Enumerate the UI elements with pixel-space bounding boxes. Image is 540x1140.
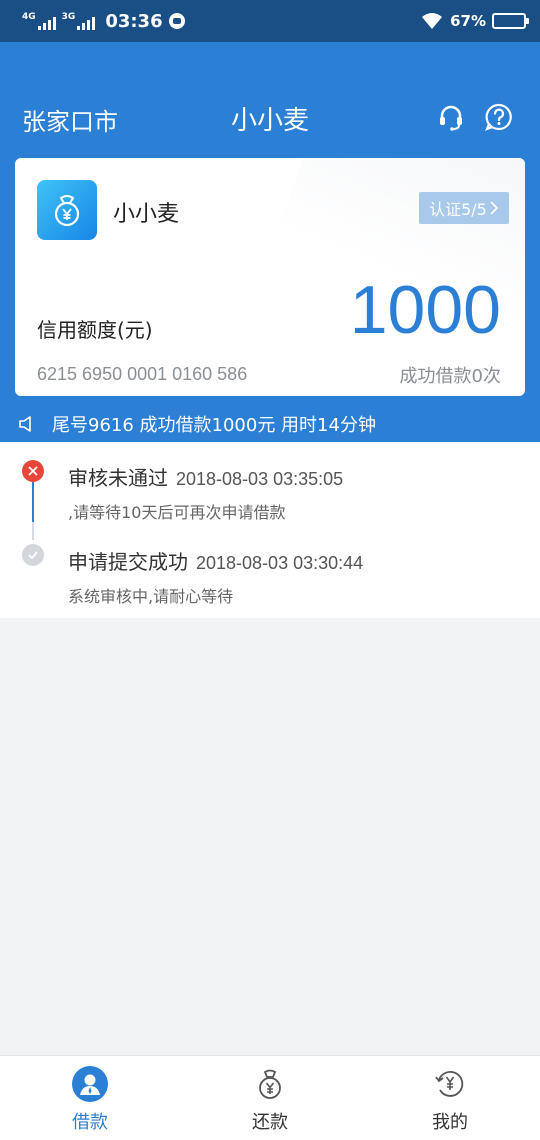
refund-icon xyxy=(435,1071,464,1097)
rejected-status-icon xyxy=(22,460,44,482)
timeline-time: 2018-08-03 03:30:44 xyxy=(196,553,364,573)
app-bar-actions xyxy=(436,102,514,132)
signal-bars-icon xyxy=(77,16,96,30)
status-bar-right: 67% xyxy=(420,12,529,30)
money-bag-icon xyxy=(259,1069,281,1099)
tab-mine[interactable]: 我的 xyxy=(360,1056,540,1140)
timeline-title: 申请提交成功 2018-08-03 03:30:44 xyxy=(68,546,363,575)
done-status-icon xyxy=(22,544,44,566)
city-selector[interactable]: 张家口市 xyxy=(22,102,118,137)
timeline-connector xyxy=(32,522,34,540)
status-bar-left: 4G 3G 03:36 xyxy=(22,11,185,32)
tab-repay[interactable]: 还款 xyxy=(180,1056,360,1140)
help-icon[interactable] xyxy=(484,102,514,132)
bottom-navigation: 借款 还款 我的 xyxy=(0,1055,540,1140)
tab-borrow[interactable]: 借款 xyxy=(0,1056,180,1140)
tab-mine-label: 我的 xyxy=(432,1112,468,1133)
check-icon xyxy=(28,551,38,560)
credit-limit-value: 1000 xyxy=(349,272,501,348)
network-3g-label: 3G xyxy=(61,12,76,22)
product-name: 小小麦 xyxy=(113,202,180,227)
timeline-time: 2018-08-03 03:35:05 xyxy=(176,469,344,489)
app-bar: 张家口市 小小麦 xyxy=(0,92,540,144)
bank-card-number: 6215 6950 0001 0160 586 xyxy=(37,364,248,384)
notice-bar: 尾号9616 成功借款1000元 用时14分钟 xyxy=(0,405,540,442)
timeline-connector-active xyxy=(32,482,34,522)
battery-icon xyxy=(492,13,529,29)
loan-count: 成功借款0次 xyxy=(399,366,501,387)
money-bag-icon xyxy=(54,195,80,227)
network-3g-indicator: 3G xyxy=(62,12,96,30)
message-notification-icon xyxy=(168,13,185,29)
speaker-icon xyxy=(19,415,31,432)
tab-repay-label: 还款 xyxy=(252,1112,288,1133)
wifi-icon xyxy=(422,13,443,29)
timeline-desc: ,请等待10天后可再次申请借款 xyxy=(68,503,286,522)
timeline-title-text: 审核未通过 xyxy=(68,466,168,490)
auth-progress-label: 认证5/5 xyxy=(429,200,487,219)
signal-bars-icon xyxy=(37,16,56,30)
timeline-title-text: 申请提交成功 xyxy=(68,550,188,574)
application-timeline: 审核未通过 2018-08-03 03:35:05 ,请等待10天后可再次申请借款… xyxy=(0,442,540,618)
status-bar: 4G 3G 03:36 67% xyxy=(0,0,540,42)
status-time: 03:36 xyxy=(105,10,163,32)
tab-borrow-label: 借款 xyxy=(72,1112,108,1133)
timeline-title: 审核未通过 2018-08-03 03:35:05 xyxy=(68,462,343,491)
battery-percent: 67% xyxy=(450,12,486,30)
product-logo xyxy=(37,180,97,240)
auth-progress-badge[interactable]: 认证5/5 xyxy=(419,192,509,224)
user-circle-icon xyxy=(72,1066,108,1102)
close-icon xyxy=(28,466,38,476)
credit-card-panel[interactable]: 小小麦 认证5/5 信用额度(元) 1000 6215 6950 0001 01… xyxy=(15,158,525,396)
chevron-right-icon xyxy=(490,201,499,215)
notice-text: 尾号9616 成功借款1000元 用时14分钟 xyxy=(52,414,376,436)
headset-icon[interactable] xyxy=(436,102,466,132)
credit-limit-label: 信用额度(元) xyxy=(37,318,153,342)
timeline-desc: 系统审核中,请耐心等待 xyxy=(68,587,234,606)
network-4g-indicator: 4G xyxy=(22,12,56,30)
network-4g-label: 4G xyxy=(22,12,36,22)
